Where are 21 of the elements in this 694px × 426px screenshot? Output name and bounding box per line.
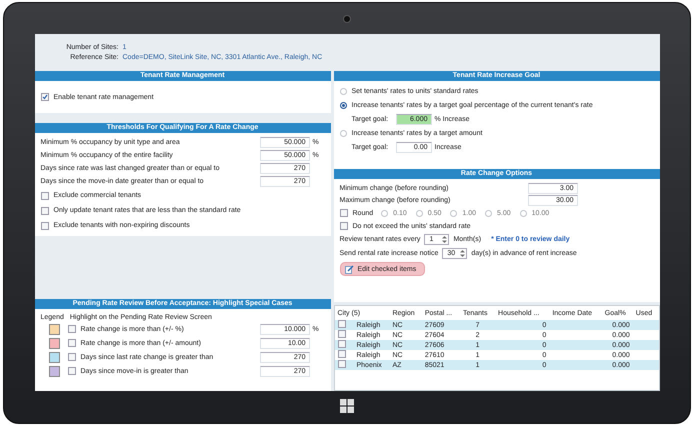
checkbox[interactable] bbox=[40, 192, 48, 200]
windows-logo-icon[interactable] bbox=[340, 399, 354, 413]
radio-button[interactable] bbox=[340, 102, 346, 108]
checkbox[interactable] bbox=[68, 325, 76, 333]
checkbox[interactable] bbox=[338, 340, 346, 348]
checkbox[interactable] bbox=[40, 222, 48, 230]
checkbox[interactable] bbox=[338, 320, 346, 328]
checkbox[interactable] bbox=[338, 360, 346, 368]
checkbox[interactable] bbox=[68, 367, 76, 375]
spinner-icon[interactable] bbox=[459, 248, 466, 258]
checkbox[interactable] bbox=[340, 222, 348, 230]
checkbox[interactable] bbox=[40, 93, 48, 101]
checkbox[interactable] bbox=[68, 339, 76, 347]
checkbox[interactable] bbox=[338, 350, 346, 358]
pencil-icon bbox=[344, 264, 354, 274]
checkbox[interactable] bbox=[340, 209, 348, 217]
checkbox[interactable] bbox=[40, 206, 48, 214]
camera-icon bbox=[343, 14, 351, 22]
checkbox[interactable] bbox=[338, 330, 346, 338]
spinner-icon[interactable] bbox=[441, 234, 448, 244]
checkbox[interactable] bbox=[68, 353, 76, 361]
